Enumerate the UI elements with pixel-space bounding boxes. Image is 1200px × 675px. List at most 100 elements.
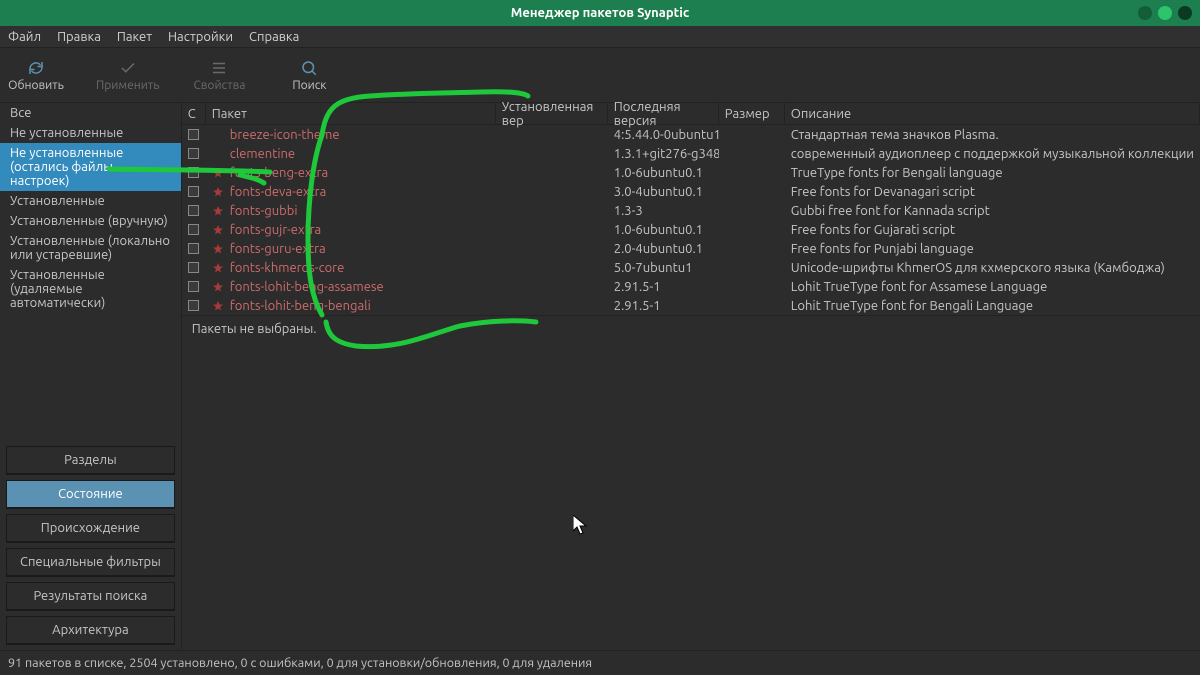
filter-notinstalled[interactable]: Не установленные (0, 123, 181, 143)
search-results-button[interactable]: Результаты поиска (6, 582, 175, 610)
filter-residual[interactable]: Не установленные (остались файлы настрое… (0, 143, 181, 191)
row-package: fonts-khmeros-core (206, 261, 496, 275)
row-checkbox[interactable] (182, 243, 206, 254)
properties-label: Свойства (193, 79, 245, 92)
filter-local[interactable]: Установленные (локально или устаревшие) (0, 231, 181, 265)
reload-label: Обновить (8, 79, 64, 92)
col-size[interactable]: Размер (719, 103, 785, 124)
menu-help[interactable]: Справка (249, 30, 299, 44)
row-checkbox[interactable] (182, 262, 206, 273)
sidebar: Все Не установленные Не установленные (о… (0, 103, 182, 650)
status-button[interactable]: Состояние (6, 480, 175, 508)
toolbar: Обновить Применить Свойства Поиск (0, 48, 1200, 103)
filter-autoremove[interactable]: Установленные (удаляемые автоматически) (0, 265, 181, 313)
row-package: fonts-gujr-extra (206, 223, 496, 237)
table-row[interactable]: fonts-lohit-beng-bengali2.91.5-1Lohit Tr… (182, 296, 1200, 315)
menu-file[interactable]: Файл (8, 30, 41, 44)
col-package[interactable]: Пакет (206, 103, 496, 124)
filter-manual[interactable]: Установленные (вручную) (0, 211, 181, 231)
row-package: fonts-gubbi (206, 204, 496, 218)
supported-icon (212, 186, 224, 198)
row-latest-ver: 2.0-4ubuntu0.1 (608, 242, 719, 256)
row-checkbox[interactable] (182, 167, 206, 178)
filter-installed[interactable]: Установленные (0, 191, 181, 211)
filter-all[interactable]: Все (0, 103, 181, 123)
table-row[interactable]: fonts-deva-extra3.0-4ubuntu0.1Free fonts… (182, 182, 1200, 201)
row-package: fonts-beng-extra (206, 166, 496, 180)
row-package-name: fonts-khmeros-core (230, 261, 345, 275)
table-row[interactable]: breeze-icon-theme4:5.44.0-0ubuntu1Станда… (182, 125, 1200, 144)
table-row[interactable]: fonts-gubbi1.3-3Gubbi free font for Kann… (182, 201, 1200, 220)
row-desc: Free fonts for Punjabi language (785, 242, 1200, 256)
supported-icon (212, 148, 224, 160)
window-maximize-icon[interactable] (1158, 6, 1172, 20)
row-latest-ver: 1.0-6ubuntu0.1 (608, 166, 719, 180)
table-row[interactable]: fonts-guru-extra2.0-4ubuntu0.1Free fonts… (182, 239, 1200, 258)
row-latest-ver: 1.3-3 (608, 204, 719, 218)
supported-icon (212, 300, 224, 312)
row-package-name: fonts-lohit-beng-assamese (230, 280, 384, 294)
apply-label: Применить (96, 79, 159, 92)
row-latest-ver: 2.91.5-1 (608, 299, 719, 313)
filter-list: Все Не установленные Не установленные (о… (0, 103, 181, 440)
properties-button: Свойства (189, 59, 249, 92)
row-checkbox[interactable] (182, 148, 206, 159)
origin-button[interactable]: Происхождение (6, 514, 175, 542)
window-buttons (1138, 6, 1192, 20)
table-row[interactable]: fonts-beng-extra1.0-6ubuntu0.1TrueType f… (182, 163, 1200, 182)
architecture-button[interactable]: Архитектура (6, 616, 175, 644)
row-latest-ver: 5.0-7ubuntu1 (608, 261, 719, 275)
reload-button[interactable]: Обновить (6, 59, 66, 92)
row-desc: Lohit TrueType font for Assamese Languag… (785, 280, 1200, 294)
package-panel: С Пакет Установленная вер Последняя верс… (182, 103, 1200, 650)
row-checkbox[interactable] (182, 281, 206, 292)
supported-icon (212, 224, 224, 236)
row-desc: Unicode-шрифты KhmerOS для кхмерского яз… (785, 261, 1200, 275)
row-latest-ver: 3.0-4ubuntu0.1 (608, 185, 719, 199)
supported-icon (212, 281, 224, 293)
reload-icon (27, 59, 45, 77)
search-label: Поиск (292, 79, 326, 92)
window-close-icon[interactable] (1178, 6, 1192, 20)
row-desc: Стандартная тема значков Plasma. (785, 128, 1200, 142)
statusbar: 91 пакетов в списке, 2504 установлено, 0… (0, 650, 1200, 675)
row-desc: Free fonts for Gujarati script (785, 223, 1200, 237)
table-row[interactable]: clementine1.3.1+git276-g3485lсовременный… (182, 144, 1200, 163)
col-status[interactable]: С (182, 103, 206, 124)
titlebar: Менеджер пакетов Synaptic (0, 0, 1200, 26)
row-latest-ver: 2.91.5-1 (608, 280, 719, 294)
search-button[interactable]: Поиск (279, 59, 339, 92)
col-installed[interactable]: Установленная вер (496, 103, 608, 124)
menu-package[interactable]: Пакет (117, 30, 152, 44)
properties-icon (210, 59, 228, 77)
row-latest-ver: 1.3.1+git276-g3485l (608, 147, 719, 161)
main-area: Все Не установленные Не установленные (о… (0, 103, 1200, 650)
window-minimize-icon[interactable] (1138, 6, 1152, 20)
supported-icon (212, 129, 224, 141)
table-row[interactable]: fonts-lohit-beng-assamese 2.91.5-1 Lohit T… (182, 277, 1200, 296)
custom-filters-button[interactable]: Специальные фильтры (6, 548, 175, 576)
row-package-name: fonts-beng-extra (230, 166, 328, 180)
package-table-header: С Пакет Установленная вер Последняя верс… (182, 103, 1200, 125)
row-checkbox[interactable] (182, 186, 206, 197)
package-table-body: breeze-icon-theme4:5.44.0-0ubuntu1Станда… (182, 125, 1200, 315)
table-row[interactable]: fonts-gujr-extra1.0-6ubuntu0.1Free fonts… (182, 220, 1200, 239)
row-checkbox[interactable] (182, 224, 206, 235)
row-package: fonts-lohit-beng-bengali (206, 299, 496, 313)
col-latest[interactable]: Последняя версия (608, 103, 719, 124)
row-package-name: fonts-deva-extra (230, 185, 327, 199)
row-checkbox[interactable] (182, 129, 206, 140)
menu-settings[interactable]: Настройки (168, 30, 233, 44)
row-package-name: fonts-gubbi (230, 204, 298, 218)
menu-edit[interactable]: Правка (57, 30, 101, 44)
row-checkbox[interactable] (182, 205, 206, 216)
search-icon (300, 59, 318, 77)
col-desc[interactable]: Описание (785, 103, 1200, 124)
sections-button[interactable]: Разделы (6, 446, 175, 474)
row-package: fonts-deva-extra (206, 185, 496, 199)
row-package-name: clementine (230, 147, 295, 161)
window-title: Менеджер пакетов Synaptic (511, 6, 689, 20)
table-row[interactable]: fonts-khmeros-core 5.0-7ubuntu1 Unicode-шр… (182, 258, 1200, 277)
supported-icon (212, 205, 224, 217)
row-checkbox[interactable] (182, 300, 206, 311)
